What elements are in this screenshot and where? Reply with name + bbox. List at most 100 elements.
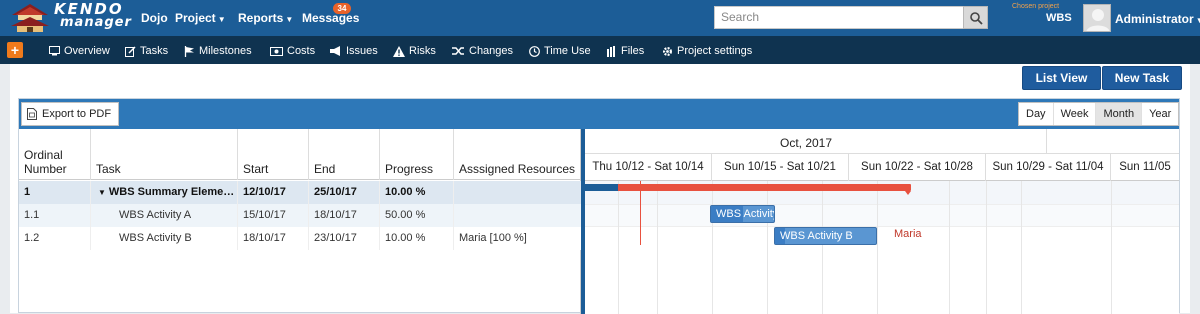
header-ordinal[interactable]: Ordinal Number: [19, 129, 91, 180]
subnav-issues[interactable]: Issues: [330, 45, 378, 57]
table-row[interactable]: 1 ▼ WBS Summary Eleme… 12/10/17 25/10/17 …: [19, 181, 581, 204]
chevron-down-icon: ▼: [1195, 16, 1200, 25]
warning-icon: [393, 45, 405, 57]
nav-reports[interactable]: Reports ▼: [238, 11, 293, 25]
header-task[interactable]: Task: [91, 129, 238, 180]
avatar[interactable]: [1083, 4, 1111, 32]
header-end[interactable]: End: [309, 129, 380, 180]
cell-resources: [454, 181, 581, 204]
timeline-month-label: Oct, 2017: [780, 136, 833, 150]
view-month-button[interactable]: Month: [1096, 103, 1143, 125]
view-week-button[interactable]: Week: [1054, 103, 1097, 125]
cell-ordinal: 1.1: [19, 204, 91, 227]
task-bar-activity-a[interactable]: WBS Activity: [710, 205, 775, 223]
megaphone-icon: [330, 46, 340, 56]
header-start[interactable]: Start: [238, 129, 309, 180]
month-divider: [1046, 129, 1047, 154]
task-grid: Ordinal Number Task Start End Progress A…: [19, 129, 581, 314]
search-input[interactable]: Search: [714, 6, 964, 29]
gantt-timeline: Oct, 2017 Thu 10/12 - Sat 10/14 Sun 10/1…: [585, 129, 1179, 314]
grid-line: [712, 181, 713, 314]
subnav-time-use[interactable]: Time Use: [529, 45, 591, 57]
table-row[interactable]: 1.2 WBS Activity B 18/10/17 23/10/17 10.…: [19, 227, 581, 250]
timeline-week-header: Thu 10/12 - Sat 10/14 Sun 10/15 - Sat 10…: [585, 154, 1179, 181]
week-column: Sun 10/15 - Sat 10/21: [712, 154, 849, 181]
clock-icon: [529, 45, 540, 57]
subnav-costs[interactable]: Costs: [270, 45, 315, 57]
search-button[interactable]: [963, 6, 988, 29]
cell-start: 15/10/17: [238, 204, 309, 227]
timeline-month-header: Oct, 2017: [585, 129, 1179, 154]
header-resources[interactable]: Asssigned Resources: [454, 129, 581, 180]
pdf-file-icon: [27, 108, 37, 120]
chosen-project-value[interactable]: WBS: [1046, 12, 1072, 24]
pagoda-icon: [11, 4, 49, 32]
cell-start: 18/10/17: [238, 227, 309, 250]
cell-task: WBS Activity A: [91, 204, 238, 227]
subnav-risks[interactable]: Risks: [393, 45, 436, 57]
cell-end: 23/10/17: [309, 227, 380, 250]
view-mode-switcher: Day Week Month Year: [1018, 102, 1180, 126]
cell-task: WBS Activity B: [91, 227, 238, 250]
cell-progress: 50.00 %: [380, 204, 454, 227]
chevron-down-icon: ▼: [285, 15, 294, 24]
cell-start: 12/10/17: [238, 181, 309, 204]
gantt-chart: Export to PDF Day Week Month Year Ordina…: [18, 98, 1180, 314]
project-subnav: + Overview Tasks Milestones Costs Issues…: [0, 36, 1200, 64]
nav-project[interactable]: Project ▼: [175, 11, 226, 25]
cell-ordinal: 1: [19, 181, 91, 204]
grid-line: [767, 181, 768, 314]
cell-resources: Maria [100 %]: [459, 232, 527, 244]
subnav-tasks[interactable]: Tasks: [125, 45, 168, 57]
user-silhouette-icon: [1086, 9, 1110, 31]
shuffle-icon: [452, 47, 464, 55]
flag-icon: [184, 45, 194, 57]
collapse-toggle-icon[interactable]: ▼: [98, 188, 106, 197]
subnav-overview[interactable]: Overview: [49, 45, 110, 57]
cell-resources: [454, 204, 581, 227]
money-icon: [270, 46, 283, 56]
resource-label: Maria: [894, 228, 922, 240]
subnav-files[interactable]: Files: [607, 45, 644, 57]
subnav-changes[interactable]: Changes: [452, 45, 513, 57]
nav-dojo[interactable]: Dojo: [141, 11, 168, 25]
cell-ordinal: 1.2: [19, 227, 91, 250]
grid-line: [986, 181, 987, 314]
subnav-project-settings[interactable]: Project settings: [662, 45, 752, 57]
timeline-row: [585, 204, 1179, 227]
chosen-project-label: Chosen project: [1012, 3, 1060, 10]
files-icon: [607, 45, 615, 57]
search-icon: [970, 12, 983, 25]
week-column: Sun 10/29 - Sat 11/04: [986, 154, 1111, 181]
brand-name-line2: manager: [60, 15, 132, 30]
header-progress[interactable]: Progress: [380, 129, 454, 180]
top-navbar: KENDO manager Dojo Project ▼ Reports ▼ Mes…: [0, 0, 1200, 36]
grid-line: [822, 181, 823, 314]
today-marker-line: [640, 181, 641, 245]
add-button[interactable]: +: [7, 42, 23, 58]
task-bar-activity-b[interactable]: WBS Activity B: [774, 227, 877, 245]
messages-count-badge: 34: [333, 3, 351, 14]
summary-progress-fill: [585, 184, 618, 191]
chevron-down-icon: ▼: [217, 15, 226, 24]
nav-messages[interactable]: Messages: [302, 11, 359, 25]
grid-line: [618, 181, 619, 314]
week-column: Sun 10/22 - Sat 10/28: [849, 154, 986, 181]
export-pdf-button[interactable]: Export to PDF: [21, 102, 119, 126]
kendo-manager-logo[interactable]: KENDO manager: [4, 1, 131, 35]
grid-line: [1021, 181, 1022, 314]
subnav-milestones[interactable]: Milestones: [184, 45, 252, 57]
view-day-button[interactable]: Day: [1019, 103, 1054, 125]
overview-icon: [49, 46, 60, 56]
summary-task-bar[interactable]: [585, 184, 911, 195]
summary-end-marker: [905, 191, 911, 195]
list-view-button[interactable]: List View: [1022, 66, 1101, 90]
table-row[interactable]: 1.1 WBS Activity A 15/10/17 18/10/17 50.…: [19, 204, 581, 227]
cell-task: ▼ WBS Summary Eleme…: [91, 181, 238, 204]
gantt-toolbar: Export to PDF Day Week Month Year: [19, 99, 1180, 129]
user-menu[interactable]: Administrator ▼: [1115, 12, 1200, 26]
new-task-button[interactable]: New Task: [1102, 66, 1182, 90]
cell-progress: 10.00 %: [380, 227, 454, 250]
brand-name-line1: KENDO: [54, 0, 124, 18]
view-year-button[interactable]: Year: [1142, 103, 1178, 125]
